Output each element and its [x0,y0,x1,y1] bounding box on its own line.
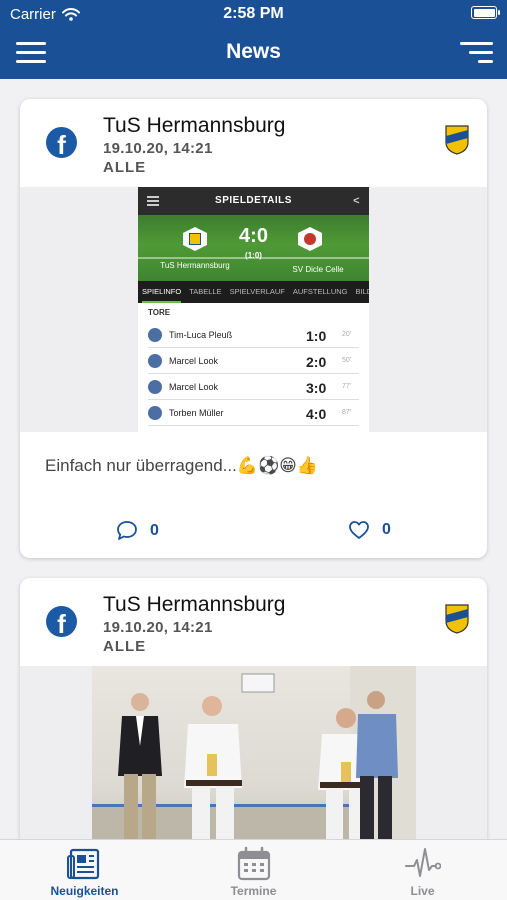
pulse-icon [405,848,441,877]
post-author: TuS Hermannsburg [103,593,286,616]
goal-player: Marcel Look [169,382,219,392]
post-audience: ALLE [103,638,147,655]
battery-icon [471,6,500,19]
goal-row: Tim-Luca Pleuß 1:0 20' [148,322,359,348]
goal-minute: 77' [342,383,352,390]
tab-termine[interactable]: Termine [169,840,338,900]
avatar [148,354,162,368]
goal-minute: 50' [342,357,352,364]
post-card[interactable]: f TuS Hermannsburg 19.10.20, 14:21 ALLE … [20,99,487,558]
embed-tab: BILDE [355,287,370,296]
post-date: 19.10.20, 14:21 [103,140,213,157]
facebook-icon: f [46,127,77,158]
embed-tab: SPIELVERLAUF [229,287,285,296]
status-bar: Carrier 2:58 PM [0,0,507,28]
tab-label: Live [410,884,435,898]
embed-share-icon: < [353,195,360,207]
embed-title: SPIELDETAILS [215,195,292,206]
embed-title-bar: SPIELDETAILS < [138,187,369,215]
embed-scoreboard: 4:0 (1:0) TuS Hermannsburg SV Dicle Cell… [138,215,369,281]
embed-score: 4:0 [239,225,268,247]
post-author: TuS Hermannsburg [103,114,286,137]
tab-bar: Neuigkeiten Termine Live [0,839,507,900]
comment-icon [117,521,137,540]
judo-photo-image [92,666,416,839]
embed-tab: SPIELINFO [142,287,182,303]
goals-heading: TORE [148,308,171,317]
facebook-icon: f [46,606,77,637]
goal-row: Marcel Look 2:0 50' [148,348,359,374]
goal-row: Marcel Look 3:0 77' [148,374,359,400]
embed-tab: TABELLE [189,287,222,296]
like-button[interactable]: 0 [348,520,391,540]
goal-score: 1:0 [306,328,327,344]
post-photo [92,666,416,839]
embed-halftime: (1:0) [245,251,262,260]
embed-tab: AUFSTELLUNG [292,287,348,296]
embed-away-team: SV Dicle Celle [292,265,344,274]
goals-list: TORE Tim-Luca Pleuß 1:0 20' Marcel Look … [138,303,369,426]
page-title: News [226,40,281,63]
goal-score: 4:0 [306,406,327,422]
post-card[interactable]: f TuS Hermannsburg 19.10.20, 14:21 ALLE [20,578,487,839]
goal-score: 2:0 [306,354,327,370]
goal-row: Torben Müller 4:0 87' [148,400,359,426]
club-crest-icon [445,125,469,155]
goal-player: Tim-Luca Pleuß [169,330,233,340]
tab-live[interactable]: Live [338,840,507,900]
club-crest-icon [445,604,469,634]
goal-minute: 20' [342,331,352,338]
tab-label: Neuigkeiten [50,884,119,898]
embed-menu-icon [147,196,159,208]
status-time: 2:58 PM [223,5,284,22]
goal-player: Torben Müller [169,408,224,418]
embed-home-team: TuS Hermannsburg [160,261,230,270]
post-header: f TuS Hermannsburg 19.10.20, 14:21 ALLE [20,578,487,666]
tab-label: Termine [230,884,277,898]
match-screenshot: SPIELDETAILS < 4:0 (1:0) TuS Hermannsbur… [138,187,369,432]
comment-button[interactable]: 0 [116,520,159,541]
post-media[interactable]: SPIELDETAILS < 4:0 (1:0) TuS Hermannsbur… [20,187,487,432]
calendar-icon [237,846,271,881]
top-bar: Carrier 2:58 PM News [0,0,507,79]
comment-count: 0 [150,521,159,539]
post-text: Einfach nur überragend...💪⚽😁👍 [45,456,319,475]
goal-player: Marcel Look [169,356,219,366]
avatar [148,328,162,342]
embed-tabs: SPIELINFO TABELLE SPIELVERLAUF AUFSTELLUNG B… [138,281,369,303]
newspaper-icon [67,848,100,880]
goal-minute: 87' [342,409,352,416]
post-audience: ALLE [103,159,147,176]
filter-button[interactable] [460,42,493,64]
news-feed[interactable]: f TuS Hermannsburg 19.10.20, 14:21 ALLE … [0,79,507,839]
goal-score: 3:0 [306,380,327,396]
post-media[interactable] [20,666,487,839]
avatar [148,380,162,394]
post-date: 19.10.20, 14:21 [103,619,213,636]
post-header: f TuS Hermannsburg 19.10.20, 14:21 ALLE [20,99,487,187]
avatar [148,406,162,420]
tab-neuigkeiten[interactable]: Neuigkeiten [0,840,169,900]
like-count: 0 [382,521,391,538]
heart-icon [349,521,369,539]
